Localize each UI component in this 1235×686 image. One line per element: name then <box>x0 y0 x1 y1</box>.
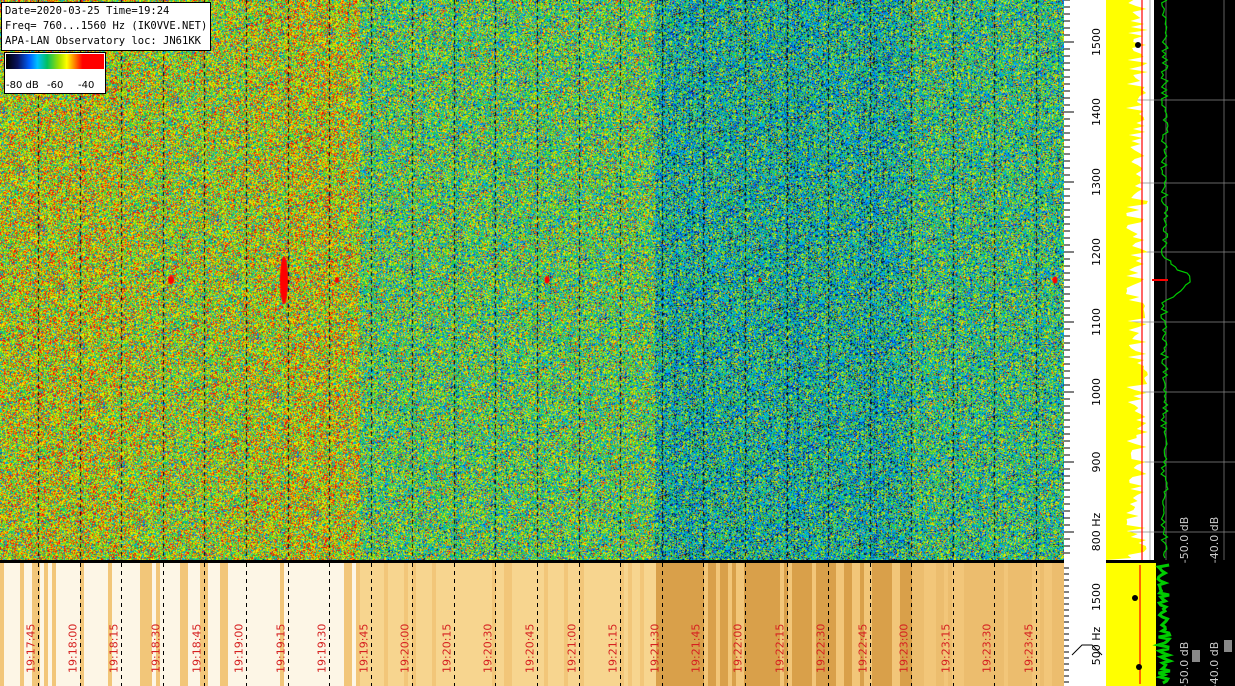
time-label: 19:22:00 <box>732 624 745 673</box>
time-label: 19:18:00 <box>67 624 80 673</box>
time-label: 19:23:45 <box>1023 624 1036 673</box>
time-label: 19:18:15 <box>108 624 121 673</box>
info-frequency-range: Freq= 760...1560 Hz (IK0VVE.NET) <box>5 20 208 32</box>
time-label: 19:20:00 <box>399 624 412 673</box>
spectrum-db-label: -40.0 dB <box>1208 642 1221 686</box>
color-scale-legend: -80 dB -60 -40 <box>4 52 106 94</box>
info-date-time: Date=2020-03-25 Time=19:24 <box>5 5 170 17</box>
time-label: 19:19:00 <box>233 624 246 673</box>
freq-tick-label: 1000 <box>1090 378 1103 406</box>
spectrum-panel: -50.0 dB -40.0 dB -50.0 dB -40.0 dB <box>1106 0 1235 686</box>
lower-freq-tick-label: 1500 <box>1090 583 1103 611</box>
time-label: 19:17:45 <box>25 624 38 673</box>
info-box: Date=2020-03-25 Time=19:24 Freq= 760...15… <box>1 2 212 51</box>
time-label: 19:21:00 <box>566 624 579 673</box>
time-label: 19:20:15 <box>441 624 454 673</box>
waterfall-spectrogram <box>0 0 1064 560</box>
time-label: 19:22:30 <box>815 624 828 673</box>
color-scale-max-label: -40 <box>78 80 95 91</box>
time-label: 19:22:45 <box>857 624 870 673</box>
time-label: 19:23:00 <box>898 624 911 673</box>
time-label: 19:19:30 <box>316 624 329 673</box>
info-observatory: APA-LAN Observatory loc: JN61KK <box>5 35 201 47</box>
freq-tick-label: 1400 <box>1090 98 1103 126</box>
time-label: 19:23:30 <box>981 624 994 673</box>
spectrum-db-label: -50.0 dB <box>1178 642 1191 686</box>
time-label: 19:18:45 <box>191 624 204 673</box>
time-label: 19:21:45 <box>690 624 703 673</box>
time-label: 19:21:15 <box>607 624 620 673</box>
spectrum-db-label: -50.0 dB <box>1178 517 1191 564</box>
time-label: 19:20:30 <box>482 624 495 673</box>
color-scale-mid-label: -60 <box>47 80 64 91</box>
freq-tick-label: 1100 <box>1090 308 1103 336</box>
time-label: 19:19:45 <box>358 624 371 673</box>
lower-freq-tick-label: 500 Hz <box>1090 627 1103 666</box>
time-label: 19:20:45 <box>524 624 537 673</box>
time-label: 19:19:15 <box>275 624 288 673</box>
freq-tick-label: 800 Hz <box>1090 513 1103 552</box>
time-label: 19:22:15 <box>774 624 787 673</box>
color-scale-min-label: -80 dB <box>6 80 39 91</box>
time-label: 19:23:15 <box>940 624 953 673</box>
freq-tick-label: 1200 <box>1090 238 1103 266</box>
freq-tick-label: 1500 <box>1090 28 1103 56</box>
color-scale-bar <box>6 54 104 69</box>
time-label: 19:21:30 <box>649 624 662 673</box>
spectrum-db-label: -40.0 dB <box>1208 517 1221 564</box>
wide-band-waterfall: 19:17:45 19:18:00 19:18:15 19:18:30 19:18:45… <box>0 563 1064 686</box>
freq-tick-label: 900 <box>1090 452 1103 473</box>
freq-tick-label: 1300 <box>1090 168 1103 196</box>
time-label: 19:18:30 <box>150 624 163 673</box>
frequency-axis: 1500 1400 1300 1200 1100 1000 900 800 Hz 1500 500… <box>1064 0 1106 686</box>
